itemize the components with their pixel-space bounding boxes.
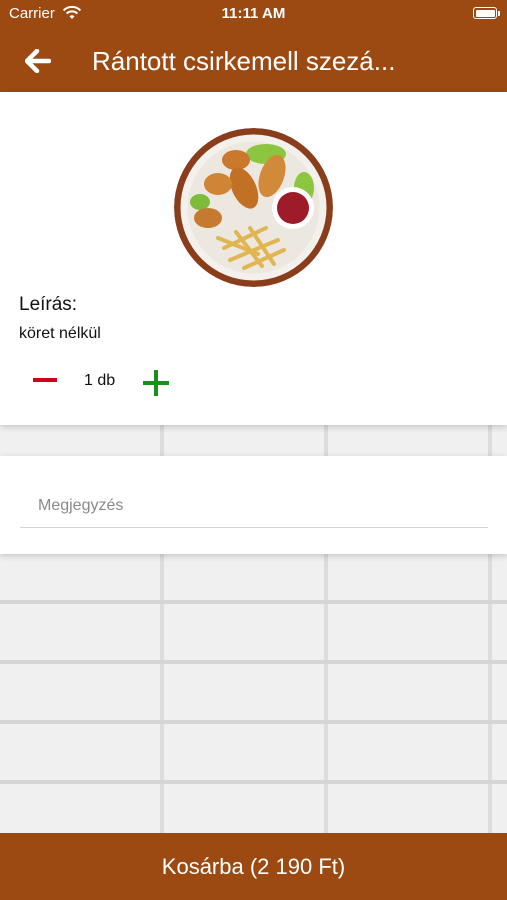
status-bar: Carrier 11:11 AM <box>0 0 507 28</box>
description-text: köret nélkül <box>19 325 101 342</box>
food-plate-image <box>174 128 333 287</box>
product-card: Leírás: köret nélkül 1 db <box>0 92 507 425</box>
note-card <box>0 456 507 554</box>
battery-icon <box>473 7 497 19</box>
decrease-quantity-button[interactable] <box>31 370 59 390</box>
page-title: Rántott csirkemell szezá... <box>92 46 396 76</box>
quantity-value: 1 db <box>84 372 116 389</box>
add-to-cart-button[interactable]: Kosárba (2 190 Ft) <box>0 833 507 900</box>
add-to-cart-label: Kosárba (2 190 Ft) <box>161 853 346 879</box>
back-button[interactable] <box>22 46 54 76</box>
top-bar: Carrier 11:11 AM Rántott csirkemell szez… <box>0 0 507 92</box>
increase-quantity-button[interactable] <box>143 370 169 396</box>
status-time: 11:11 AM <box>221 5 286 22</box>
arrow-left-icon <box>25 49 51 73</box>
note-input[interactable] <box>20 484 488 528</box>
description-label: Leírás: <box>19 294 78 315</box>
battery-tip <box>498 11 500 16</box>
